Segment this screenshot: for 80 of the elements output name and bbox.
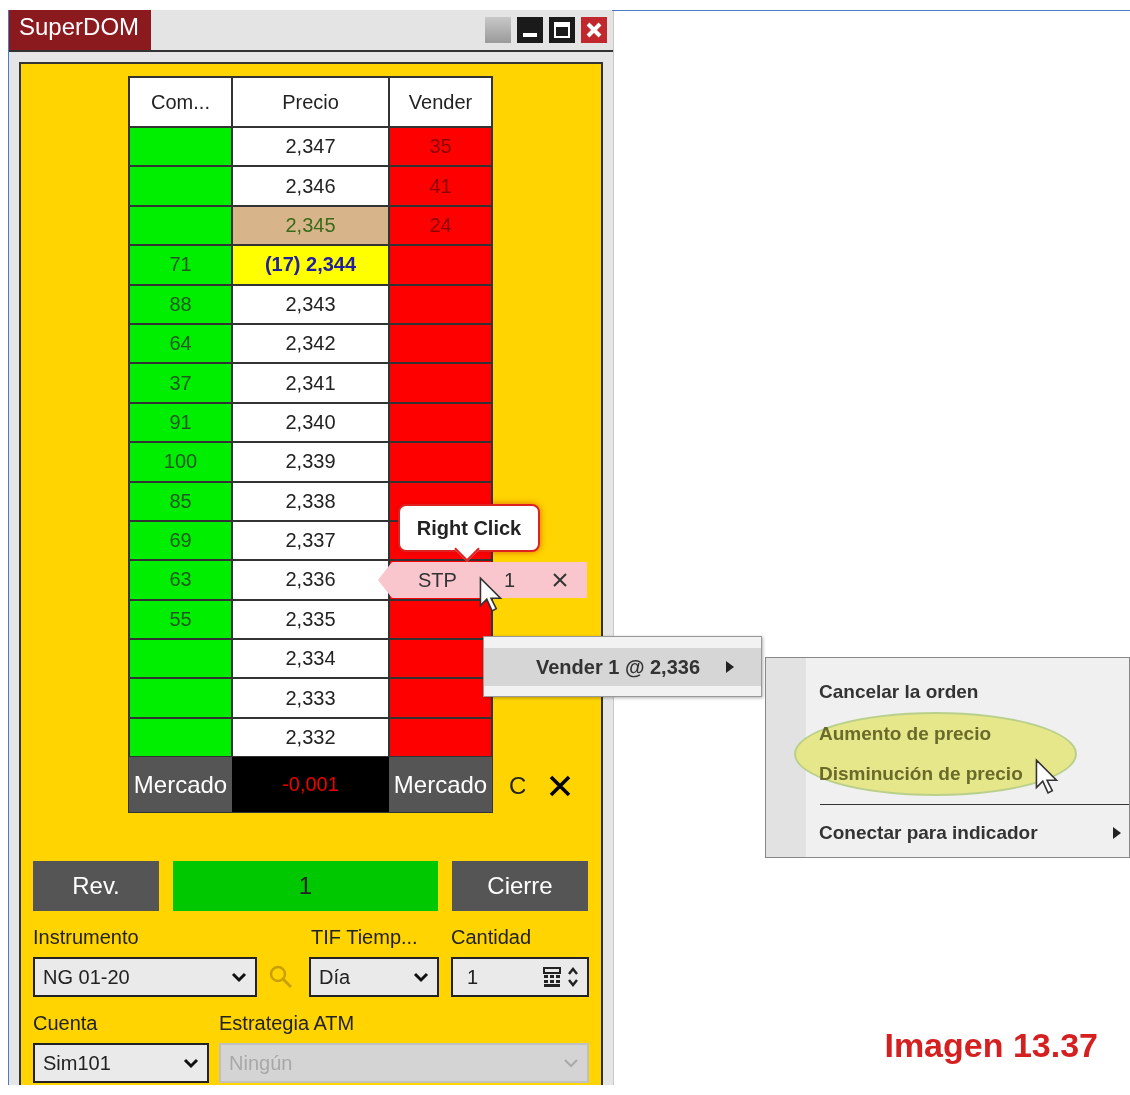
menu-item[interactable]: Conectar para indicador [766,813,1129,853]
maximize-icon[interactable] [549,17,575,43]
bid-size-cell[interactable]: 69 [129,520,232,561]
price-cell[interactable]: 2,335 [232,599,389,640]
close-icon[interactable] [548,773,573,798]
ask-size-cell[interactable] [389,678,492,718]
chevron-down-icon[interactable] [413,971,429,984]
ask-size-cell[interactable] [389,402,492,443]
bid-size-cell[interactable]: 100 [129,442,232,482]
sell-market-button[interactable]: Mercado [389,757,492,813]
price-cell[interactable]: (17) 2,344 [232,245,389,285]
bid-size-cell[interactable]: 64 [129,323,232,364]
field-label: Cantidad [451,925,532,949]
instrument-dropdown[interactable]: NG 01-20 [33,957,257,998]
menu-item[interactable]: Aumento de precio [796,714,1075,754]
field-label: TIF Tiemp... [311,925,419,949]
bid-size-cell[interactable] [129,205,232,246]
reverse-button[interactable]: Rev. [33,861,159,912]
bid-size-cell[interactable] [129,166,232,206]
cursor-icon [1034,758,1060,796]
bid-size-cell[interactable]: 37 [129,363,232,403]
bid-size-cell[interactable] [129,639,232,679]
account-dropdown[interactable]: Sim101 [33,1043,209,1084]
position-display: 1 [173,861,438,912]
bid-size-cell[interactable]: 85 [129,481,232,521]
calculator-icon[interactable] [543,967,561,988]
price-cell[interactable]: 2,337 [232,520,389,561]
bid-size-cell[interactable]: 63 [129,560,232,600]
price-cell[interactable]: 2,336 [232,560,389,600]
quantity-field[interactable]: 1 [451,957,589,998]
spinner-icon[interactable] [567,966,579,989]
field-label: Instrumento [33,925,140,949]
price-cell[interactable]: 2,338 [232,481,389,521]
field-label: Cuenta [33,1011,99,1035]
bid-size-cell[interactable]: 55 [129,599,232,640]
close-position-button[interactable]: Cierre [452,861,588,912]
ask-size-cell[interactable] [389,284,492,324]
column-header: Precio [232,77,389,127]
ask-size-cell[interactable] [389,442,492,482]
price-cell[interactable]: 2,347 [232,127,389,167]
minimize-icon[interactable] [517,17,543,43]
ask-size-cell[interactable] [389,363,492,403]
window-title: SuperDOM [9,10,152,50]
chevron-down-icon[interactable] [183,1057,199,1070]
menu-item[interactable]: Vender 1 @ 2,336 [484,648,761,686]
price-cell[interactable]: 2,334 [232,639,389,679]
column-header: Vender [389,77,492,127]
order-quantity: 1 [504,568,517,592]
price-cell[interactable]: 2,346 [232,166,389,206]
submenu-arrow-icon [1113,827,1121,839]
ask-size-cell[interactable] [389,323,492,364]
price-cell[interactable]: 2,343 [232,284,389,324]
bid-size-cell[interactable] [129,678,232,718]
submenu-arrow-icon [726,661,735,673]
price-cell[interactable]: 2,340 [232,402,389,443]
figure-caption: Imagen 13.37 [884,1026,1098,1065]
bid-size-cell[interactable] [129,717,232,758]
stop-order-tag[interactable]: STP 1 [378,562,587,598]
bid-size-cell[interactable]: 71 [129,245,232,285]
menu-item[interactable]: Disminución de precio [796,754,1075,794]
ask-size-cell[interactable] [389,717,492,758]
price-cell[interactable]: 2,342 [232,323,389,364]
field-label: Estrategia ATM [219,1011,355,1035]
chevron-down-icon[interactable] [231,971,247,984]
ask-size-cell[interactable] [389,245,492,285]
price-cell[interactable]: 2,341 [232,363,389,403]
buy-market-button[interactable]: Mercado [129,757,232,813]
price-cell[interactable]: 2,339 [232,442,389,482]
bid-size-cell[interactable]: 88 [129,284,232,324]
price-cell[interactable]: 2,333 [232,678,389,718]
menu-item[interactable]: Cancelar la orden [766,672,1129,712]
bid-size-cell[interactable]: 91 [129,402,232,443]
column-header: Com... [129,77,232,127]
bid-size-cell[interactable] [129,127,232,167]
ask-size-cell[interactable] [389,599,492,640]
cancel-button[interactable]: C [509,771,527,800]
price-cell[interactable]: 2,332 [232,717,389,758]
tif-dropdown[interactable]: Día [309,957,439,998]
close-icon[interactable] [552,572,568,588]
pnl-cell: -0,001 [232,757,389,813]
